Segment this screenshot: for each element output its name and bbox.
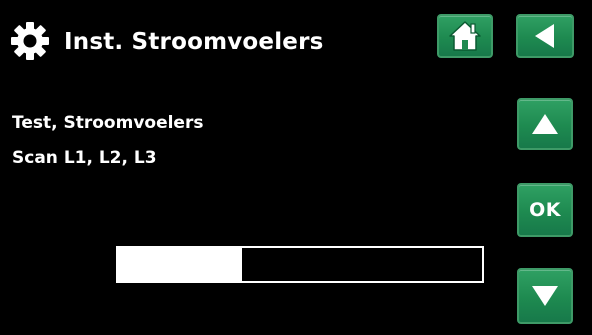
status-message-line2: Scan L1, L2, L3 xyxy=(12,148,157,168)
status-message-line1: Test, Stroomvoelers xyxy=(12,113,204,133)
scroll-down-button[interactable] xyxy=(517,268,573,324)
arrow-down-icon xyxy=(530,284,560,308)
ok-button[interactable]: OK xyxy=(517,183,573,237)
arrow-up-icon xyxy=(530,112,560,136)
home-button[interactable] xyxy=(437,14,493,58)
ok-button-label: OK xyxy=(529,199,561,221)
progress-bar-fill xyxy=(118,248,242,281)
back-button[interactable] xyxy=(516,14,574,58)
screen: Inst. Stroomvoelers Test, Stroomvoelers … xyxy=(0,0,592,335)
page-title: Inst. Stroomvoelers xyxy=(64,29,324,55)
back-arrow-icon xyxy=(533,23,557,49)
gear-icon xyxy=(11,22,49,60)
progress-bar xyxy=(116,246,484,283)
home-icon xyxy=(448,20,482,52)
scroll-up-button[interactable] xyxy=(517,98,573,150)
